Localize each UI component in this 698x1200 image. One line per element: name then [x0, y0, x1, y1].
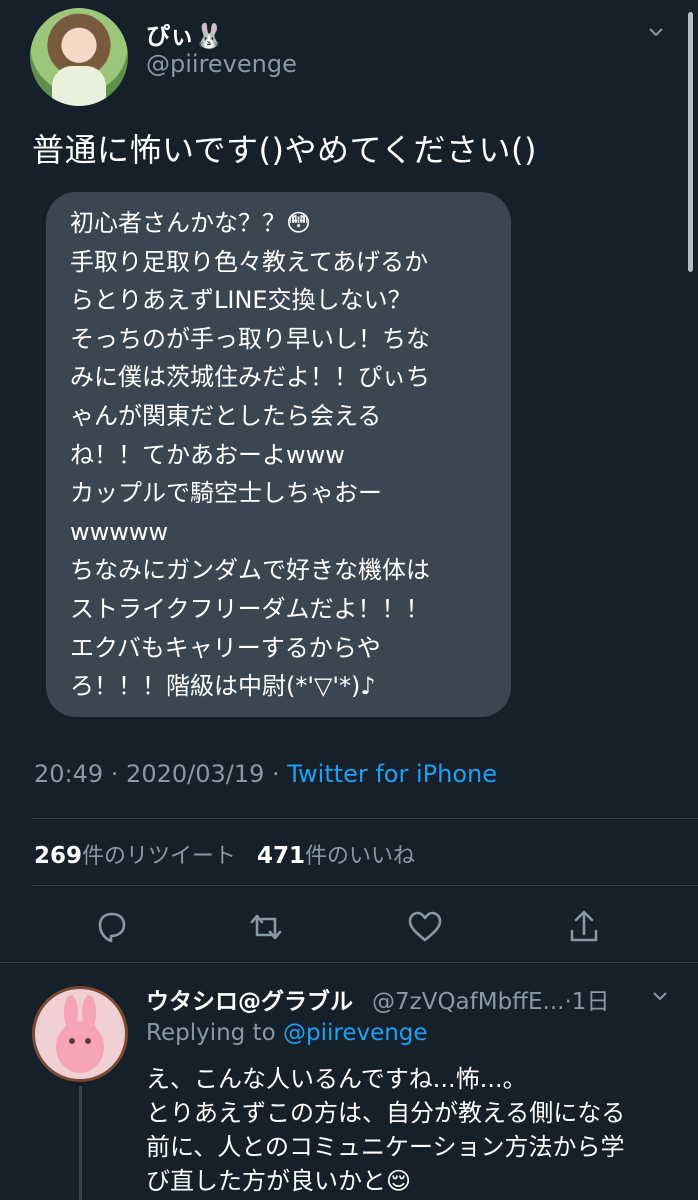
image-text-line: ね！！てかあおーよwww	[70, 440, 345, 469]
replying-to-link[interactable]: @piirevenge	[283, 1020, 428, 1046]
like-count: 471	[257, 843, 306, 869]
tweet-text: 普通に怖いです()やめてください()	[32, 131, 538, 169]
rabbit-icon	[56, 995, 104, 1073]
image-text-line: 初心者さんかな？？😳	[70, 209, 312, 237]
reply-author-name[interactable]: ウタシロ@グラブル	[146, 982, 353, 1016]
image-text-line: エクバもキャリーするからや	[70, 633, 381, 662]
retweet-count: 269	[34, 843, 83, 869]
like-icon[interactable]	[405, 907, 445, 947]
scrollbar[interactable]	[688, 12, 693, 272]
share-icon[interactable]	[564, 907, 604, 947]
reply-text-line: え、こんな人いるんですね...怖...。	[146, 1065, 527, 1093]
image-text-line: みに僕は茨城住みだよ！！ぴぃち	[70, 363, 430, 392]
author-avatar[interactable]	[30, 8, 128, 106]
reply-text: え、こんな人いるんですね...怖...。とりあえずこの方は、自分が教える側になる…	[146, 1062, 625, 1198]
thread-line	[79, 1086, 82, 1200]
replying-to-label: Replying to	[146, 1020, 283, 1046]
attached-image-text: 初心者さんかな？？😳 手取り足取り色々教えてあげるか らとりあえずLINE交換しない…	[70, 204, 510, 706]
divider	[0, 962, 698, 963]
chevron-down-icon[interactable]	[648, 24, 664, 40]
like-count-label: 件のいいね	[305, 844, 416, 869]
reply-time: ·1日	[564, 989, 610, 1015]
image-text-line: そっちのが手っ取り早いし！ちな	[70, 324, 430, 353]
image-text-line: ろ！！！階級は中尉(*'▽'*)♪	[70, 672, 376, 701]
retweet-count-label: 件のリツイート	[82, 844, 237, 869]
replying-to: Replying to @piirevenge	[146, 1020, 428, 1046]
like-count-link[interactable]: 471件のいいね	[257, 843, 416, 869]
reply-text-line: び直した方が良いかと😌	[146, 1167, 412, 1195]
reply-author-avatar[interactable]	[32, 986, 128, 1082]
divider	[32, 885, 698, 886]
author-name[interactable]: ぴぃ🐰	[146, 16, 224, 51]
reply-text-line: とりあえずこの方は、自分が教える側になる	[146, 1099, 626, 1127]
reply-author-handle: @7zVQafMbffE...	[372, 989, 565, 1015]
tweet-stats: 269件のリツイート 471件のいいね	[34, 838, 415, 870]
tweet-timestamp: 20:49 · 2020/03/19 ·	[34, 760, 288, 788]
image-text-line: ゃんが関東だとしたら会える	[70, 401, 382, 430]
image-text-line: ストライクフリーダムだよ！！！	[70, 594, 430, 623]
image-text-line: ちなみにガンダムで好きな機体は	[70, 556, 430, 585]
tweet-meta: 20:49 · 2020/03/19 · Twitter for iPhone	[34, 760, 497, 788]
tweet-source-link[interactable]: Twitter for iPhone	[287, 760, 497, 788]
divider	[32, 818, 698, 819]
reply-text-line: 前に、人とのコミュニケーション方法から学	[146, 1133, 625, 1161]
retweet-count-link[interactable]: 269件のリツイート	[34, 843, 237, 869]
reply-author-handle-and-time[interactable]: @7zVQafMbffE...·1日	[372, 982, 609, 1016]
image-text-line: wwwww	[70, 517, 169, 546]
chevron-down-icon[interactable]	[652, 988, 668, 1004]
retweet-icon[interactable]	[246, 907, 286, 947]
image-text-line: 手取り足取り色々教えてあげるか	[70, 247, 429, 276]
image-text-line: カップルで騎空士しちゃおー	[70, 479, 382, 508]
reply-icon[interactable]	[92, 907, 132, 947]
image-text-line: らとりあえずLINE交換しない？	[70, 286, 412, 315]
author-handle[interactable]: @piirevenge	[146, 50, 297, 78]
